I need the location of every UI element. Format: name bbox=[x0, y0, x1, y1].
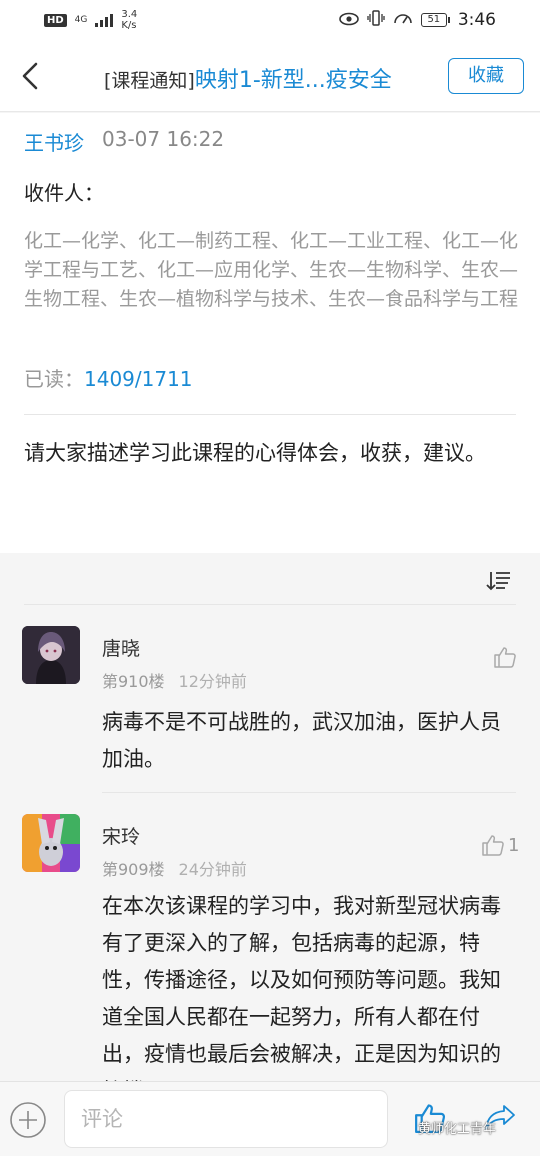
speedometer-icon bbox=[393, 10, 413, 30]
back-arrow-icon bbox=[22, 62, 38, 90]
comment-author[interactable]: 唐晓 bbox=[102, 634, 140, 661]
comment-meta: 第909楼 24分钟前 bbox=[102, 856, 247, 880]
avatar[interactable] bbox=[22, 626, 80, 684]
comment-meta: 第910楼 12分钟前 bbox=[102, 668, 247, 692]
battery-icon: 51 bbox=[420, 13, 450, 27]
network-type: 4G bbox=[74, 14, 88, 25]
thumb-up-icon bbox=[482, 835, 504, 856]
signal-icon bbox=[95, 13, 114, 27]
comment-time: 12分钟前 bbox=[178, 672, 247, 691]
sort-icon bbox=[486, 572, 510, 591]
sort-button[interactable] bbox=[484, 566, 514, 596]
read-count[interactable]: 1409/1711 bbox=[84, 367, 193, 391]
battery-level: 51 bbox=[420, 13, 447, 27]
favorite-button[interactable]: 收藏 bbox=[448, 58, 524, 94]
comment-floor: 第909楼 bbox=[102, 860, 165, 879]
thumb-up-icon bbox=[494, 647, 516, 668]
read-status: 已读：1409/1711 bbox=[24, 363, 193, 392]
comment-time: 24分钟前 bbox=[178, 860, 247, 879]
notice-card: 王书珍 03-07 16:22 收件人： 化工—化学、化工—制药工程、化工—工业… bbox=[0, 113, 540, 553]
notice-body: 请大家描述学习此课程的心得体会，收获，建议。 bbox=[24, 441, 486, 465]
comment-floor: 第910楼 bbox=[102, 672, 165, 691]
comment-author[interactable]: 宋玲 bbox=[102, 822, 140, 849]
avatar[interactable] bbox=[22, 814, 80, 872]
read-label: 已读： bbox=[24, 367, 84, 391]
divider bbox=[102, 792, 516, 793]
network-speed-value: 3.4 bbox=[121, 9, 138, 20]
status-right: 51 3:46 bbox=[339, 10, 496, 30]
plus-icon bbox=[10, 1102, 46, 1138]
hd-badge: HD bbox=[44, 13, 67, 27]
page-title: [课程通知]映射1-新型...疫安全 bbox=[104, 62, 436, 94]
like-count: 1 bbox=[508, 834, 520, 856]
notice-title: 映射1-新型...疫安全 bbox=[194, 68, 392, 93]
network-speed: 3.4 K/s bbox=[121, 9, 137, 31]
eye-icon bbox=[339, 11, 359, 30]
status-left: HD 4G 3.4 K/s bbox=[44, 9, 137, 31]
notice-time: 03-07 16:22 bbox=[102, 127, 225, 151]
recipients-list: 化工—化学、化工—制药工程、化工—工业工程、化工—化学工程与工艺、化工—应用化学… bbox=[24, 230, 519, 310]
comment-item: 宋玲 第909楼 24分钟前 1 在本次该课程的学习中，我对新型冠状病毒有了更深入… bbox=[0, 812, 540, 1081]
divider bbox=[24, 414, 516, 415]
like-button[interactable] bbox=[492, 644, 520, 670]
watermark: 黄师化工青年 bbox=[418, 1122, 497, 1137]
clock: 3:46 bbox=[457, 10, 496, 30]
notice-author[interactable]: 王书珍 bbox=[24, 127, 84, 156]
network-speed-unit: K/s bbox=[121, 20, 137, 31]
comment-text: 病毒不是不可战胜的，武汉加油，医护人员加油。 bbox=[102, 710, 501, 771]
nav-bar: [课程通知]映射1-新型...疫安全 收藏 bbox=[0, 40, 540, 112]
comment-item: 唐晓 第910楼 12分钟前 病毒不是不可战胜的，武汉加油，医护人员加油。 bbox=[0, 624, 540, 794]
recipients-label: 收件人： bbox=[24, 181, 104, 205]
vibrate-icon bbox=[367, 10, 385, 30]
add-button[interactable] bbox=[8, 1100, 48, 1140]
notice-tag: [课程通知] bbox=[104, 70, 195, 92]
like-button[interactable]: 1 bbox=[480, 832, 519, 858]
divider bbox=[24, 604, 516, 605]
back-button[interactable] bbox=[14, 58, 50, 94]
comment-section: 唐晓 第910楼 12分钟前 病毒不是不可战胜的，武汉加油，医护人员加油。 宋玲 bbox=[0, 554, 540, 1081]
status-bar: HD 4G 3.4 K/s 51 3:46 bbox=[0, 0, 540, 40]
comment-text: 在本次该课程的学习中，我对新型冠状病毒有了更深入的了解，包括病毒的起源，特性，传… bbox=[102, 894, 501, 1081]
comment-input[interactable]: 评论 bbox=[64, 1090, 388, 1148]
